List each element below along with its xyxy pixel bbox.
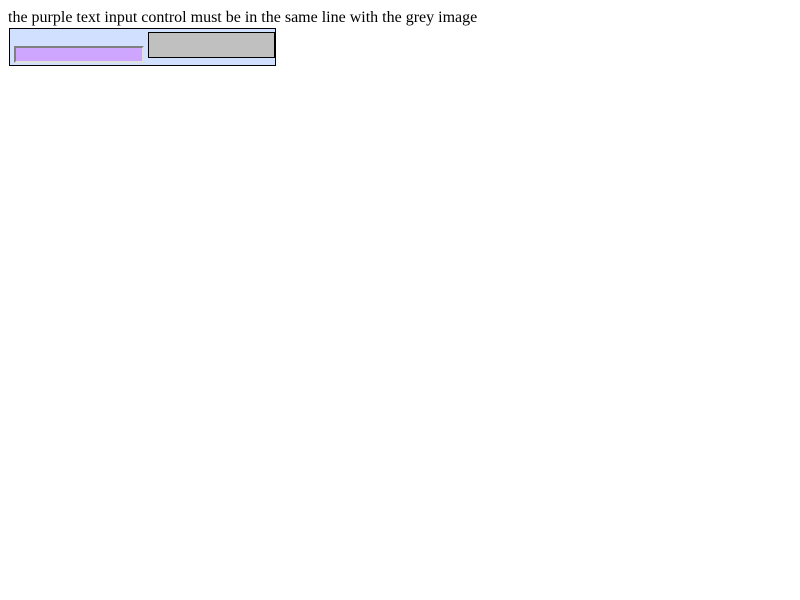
grey-image bbox=[148, 32, 275, 58]
instruction-text: the purple text input control must be in… bbox=[8, 9, 478, 26]
purple-text-input[interactable] bbox=[14, 46, 144, 63]
test-container bbox=[9, 28, 276, 66]
